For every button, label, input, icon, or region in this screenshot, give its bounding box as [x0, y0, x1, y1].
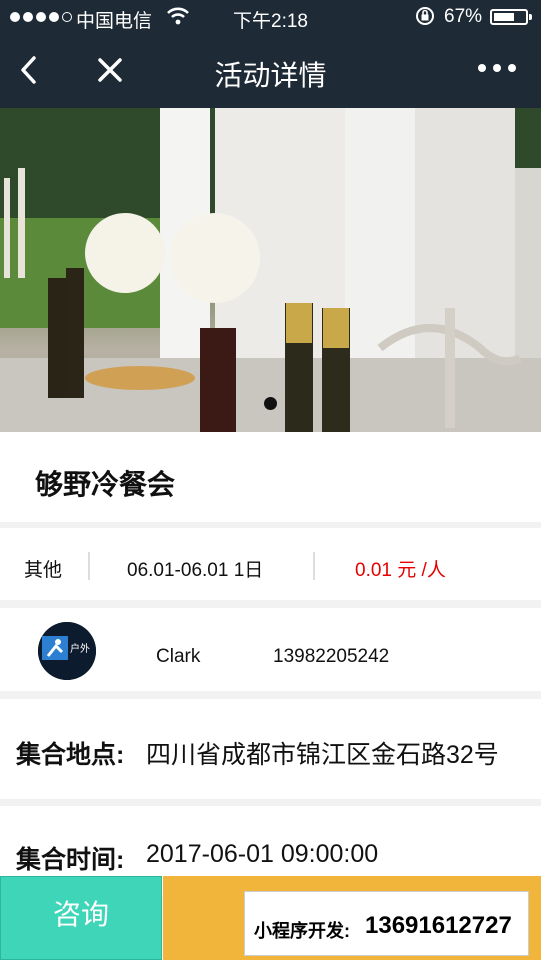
info-bar: 其他 06.01-06.01 1日 0.01 元 /人 [0, 528, 541, 600]
rotation-lock-icon [416, 7, 434, 25]
location-row: 集合地点: 四川省成都市锦江区金石路32号 [0, 699, 541, 799]
battery-percent: 67% [444, 6, 483, 27]
date-range: 06.01-06.01 1日 [127, 560, 264, 581]
consult-button[interactable]: 咨询 [0, 876, 162, 960]
more-icon[interactable] [478, 64, 516, 72]
category-label: 其他 [24, 560, 63, 581]
promo-label: 小程序开发: [254, 921, 350, 941]
divider [313, 552, 315, 580]
time-label: 集合时间: [16, 846, 125, 874]
organizer-logo-icon: 户外 [38, 622, 96, 680]
title-card: 够野冷餐会 [0, 432, 541, 522]
organizer-card: 户外 Clark 13982205242 [0, 608, 541, 691]
price-label: 0.01 元 /人 [355, 560, 446, 581]
logo-text: 户外 [70, 642, 90, 655]
divider [88, 552, 90, 580]
location-label: 集合地点: [16, 741, 125, 769]
banner-illustration [0, 108, 541, 432]
activity-title: 够野冷餐会 [35, 469, 176, 500]
battery-icon [490, 9, 532, 25]
organizer-avatar[interactable]: 户外 [38, 622, 96, 680]
status-bar: 中国电信 下午2:18 67% [0, 0, 541, 34]
location-value[interactable]: 四川省成都市锦江区金石路32号 [146, 735, 499, 771]
organizer-name: Clark [156, 646, 201, 667]
promo-overlay: 小程序开发: 13691612727 [244, 891, 529, 956]
carousel-indicator [264, 397, 277, 410]
promo-phone: 13691612727 [365, 912, 512, 939]
time-value: 2017-06-01 09:00:00 [146, 840, 379, 868]
activity-banner-image[interactable] [0, 108, 541, 432]
nav-bar: 活动详情 [0, 34, 541, 108]
organizer-phone[interactable]: 13982205242 [273, 646, 389, 668]
page-title: 活动详情 [214, 60, 327, 91]
